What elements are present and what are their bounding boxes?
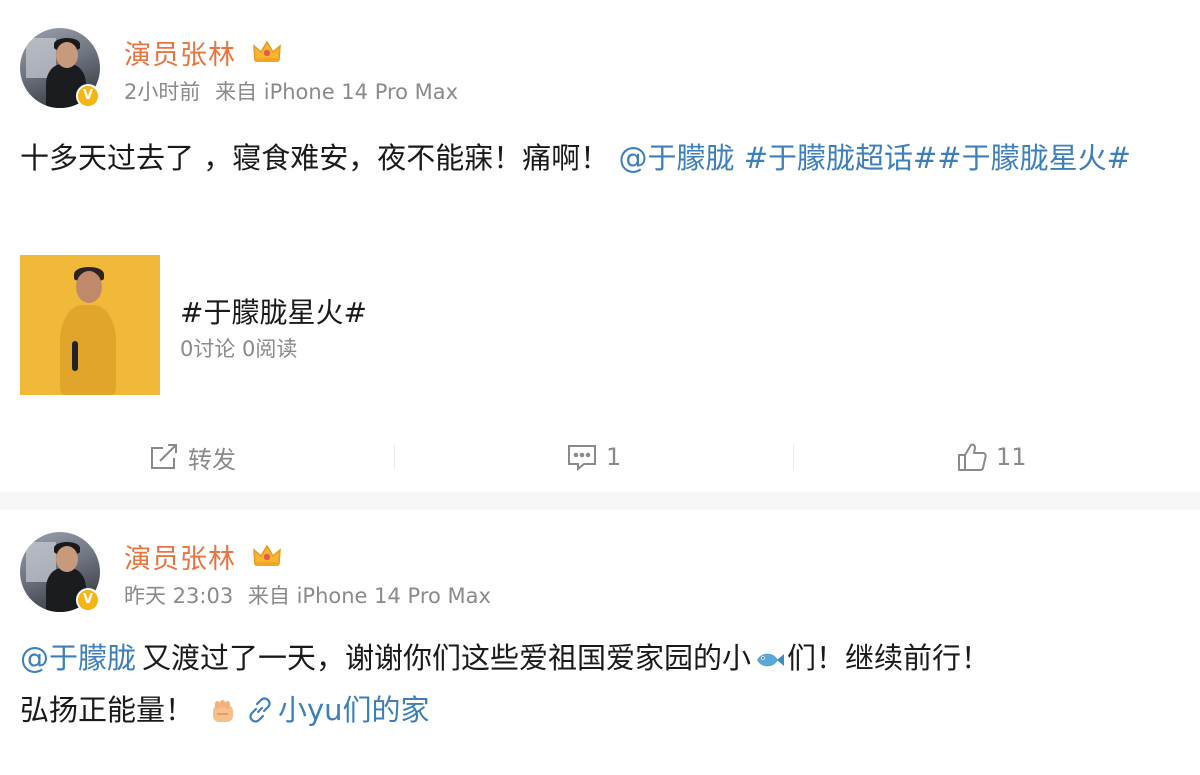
post-card: V 演员张林 2小时前 来自 iPhone 14 Pro Max 十多天过去了 … xyxy=(0,0,1200,492)
action-divider xyxy=(394,444,395,470)
crown-icon xyxy=(253,544,281,566)
topic-card-stats: 0讨论 0阅读 xyxy=(180,337,298,361)
post-card: V 演员张林 昨天 23:03 来自 iPhone 14 Pro Max @于朦… xyxy=(0,510,1200,775)
post-text-part: 们！继续前行！ xyxy=(787,641,991,675)
mention-link[interactable]: @于朦胧 xyxy=(20,641,136,675)
topic-card-title: #于朦胧星火# xyxy=(180,296,367,329)
topic-link[interactable]: #于朦胧星火# xyxy=(937,141,1131,175)
like-count: 11 xyxy=(996,443,1027,471)
mention-link[interactable]: @于朦胧 xyxy=(618,141,734,175)
post-time: 2小时前 xyxy=(124,80,201,104)
topic-card[interactable]: #于朦胧星火# 0讨论 0阅读 xyxy=(20,255,580,395)
topic-link[interactable]: #于朦胧超话# xyxy=(744,141,938,175)
repost-label: 转发 xyxy=(188,445,236,474)
link-icon xyxy=(249,697,271,723)
topic-card-thumbnail xyxy=(20,255,160,395)
thumbs-up-icon xyxy=(958,443,987,471)
comment-icon xyxy=(568,445,596,472)
post-text: 十多天过去了 ，寝食难安，夜不能寐！痛啊！ @于朦胧 #于朦胧超话##于朦胧星火… xyxy=(20,132,1170,184)
fish-emoji-icon xyxy=(757,653,785,667)
repost-icon xyxy=(151,444,177,469)
username[interactable]: 演员张林 xyxy=(124,33,236,72)
post-text: @于朦胧 又渡过了一天，谢谢你们这些爱祖国爱家园的小 们！继续前行！ 弘扬正能量！… xyxy=(20,632,1170,736)
post-actions: 转发 1 11 xyxy=(0,432,1200,482)
action-divider xyxy=(793,444,794,470)
like-button[interactable]: 11 xyxy=(956,432,1027,482)
post-divider xyxy=(0,492,1200,510)
fist-emoji-icon xyxy=(213,700,234,722)
post-text-part: 又渡过了一天，谢谢你们这些爱祖国爱家园的小 xyxy=(142,641,752,675)
comment-count: 1 xyxy=(606,443,622,471)
verified-v-icon: V xyxy=(76,588,100,612)
post-source: 来自 iPhone 14 Pro Max xyxy=(247,584,491,608)
post-text-part: 弘扬正能量！ xyxy=(20,693,195,727)
username[interactable]: 演员张林 xyxy=(124,537,236,576)
verified-v-icon: V xyxy=(76,84,100,108)
post-meta: 昨天 23:03 来自 iPhone 14 Pro Max xyxy=(124,580,491,610)
weibo-feed: V 演员张林 2小时前 来自 iPhone 14 Pro Max 十多天过去了 … xyxy=(0,0,1200,775)
comment-button[interactable]: 1 xyxy=(566,432,621,482)
post-source: 来自 iPhone 14 Pro Max xyxy=(215,80,459,104)
crown-icon xyxy=(253,40,281,62)
post-text-main: 十多天过去了 ，寝食难安，夜不能寐！痛啊！ xyxy=(20,141,610,175)
post-meta: 2小时前 来自 iPhone 14 Pro Max xyxy=(124,76,458,106)
post-time: 昨天 23:03 xyxy=(124,584,234,608)
repost-button[interactable]: 转发 xyxy=(148,432,236,482)
web-link[interactable]: 小yu们的家 xyxy=(278,693,430,727)
